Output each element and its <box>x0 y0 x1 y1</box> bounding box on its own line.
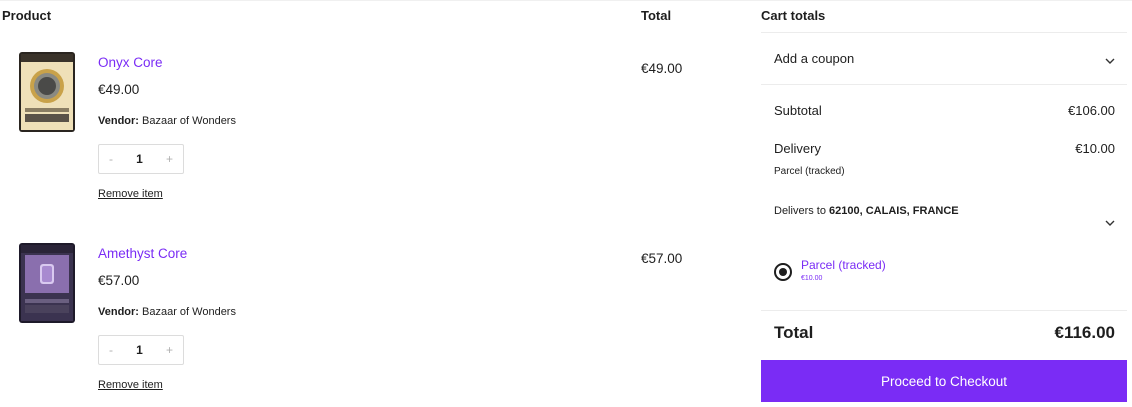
subtotal-row: Subtotal €106.00 <box>774 103 1115 118</box>
total-label: Total <box>774 323 814 342</box>
product-vendor: Vendor: Bazaar of Wonders <box>98 115 236 127</box>
delivery-label: Delivery <box>774 141 821 156</box>
delivers-to-address: 62100, CALAIS, FRANCE <box>829 205 959 217</box>
total-value: €116.00 <box>1054 323 1115 342</box>
remove-item-link[interactable]: Remove item <box>98 379 163 391</box>
chevron-down-icon <box>1105 215 1115 230</box>
remove-item-link[interactable]: Remove item <box>98 188 163 200</box>
header-product: Product <box>2 8 52 23</box>
proceed-to-checkout-button[interactable]: Proceed to Checkout <box>761 360 1127 402</box>
subtotal-label: Subtotal <box>774 103 822 118</box>
coupon-toggle[interactable]: Add a coupon <box>774 51 1115 66</box>
shipping-option-label[interactable]: Parcel (tracked) <box>801 258 886 272</box>
product-name-link[interactable]: Amethyst Core <box>98 246 187 261</box>
decrease-quantity-button[interactable]: - <box>109 343 113 357</box>
delivers-to-prefix: Delivers to <box>774 205 826 217</box>
shipping-option-radio[interactable] <box>774 263 792 281</box>
increase-quantity-button[interactable]: + <box>166 343 173 357</box>
divider <box>761 310 1127 311</box>
quantity-stepper: - 1 + <box>98 335 184 365</box>
line-total: €57.00 <box>641 251 683 266</box>
vendor-name: Bazaar of Wonders <box>142 115 236 127</box>
divider <box>761 84 1127 85</box>
cart-totals-title: Cart totals <box>761 8 826 23</box>
shipping-option-price: €10.00 <box>801 275 823 282</box>
vendor-label: Vendor: <box>98 115 139 127</box>
product-thumbnail-amethyst-core[interactable] <box>19 243 75 323</box>
quantity-value[interactable]: 1 <box>136 343 143 357</box>
decrease-quantity-button[interactable]: - <box>109 152 113 166</box>
delivery-row: Delivery €10.00 <box>774 141 1115 156</box>
quantity-value[interactable]: 1 <box>136 152 143 166</box>
increase-quantity-button[interactable]: + <box>166 152 173 166</box>
coupon-label: Add a coupon <box>774 51 855 66</box>
subtotal-value: €106.00 <box>1068 103 1115 118</box>
product-price: €49.00 <box>98 82 140 97</box>
divider <box>761 32 1127 33</box>
delivery-method: Parcel (tracked) <box>774 166 845 177</box>
product-name-link[interactable]: Onyx Core <box>98 55 163 70</box>
chevron-down-icon <box>1105 53 1115 68</box>
delivery-value: €10.00 <box>1075 141 1115 156</box>
cart-totals-panel: Cart totals Add a coupon Subtotal €106.0… <box>761 0 1127 407</box>
delivers-to-toggle[interactable]: Delivers to 62100, CALAIS, FRANCE <box>774 205 1115 226</box>
quantity-stepper: - 1 + <box>98 144 184 174</box>
product-thumbnail-onyx-core[interactable] <box>19 52 75 132</box>
product-vendor: Vendor: Bazaar of Wonders <box>98 306 236 318</box>
header-total: Total <box>641 8 672 23</box>
total-row: Total €116.00 <box>774 323 1115 343</box>
line-total: €49.00 <box>641 61 683 76</box>
vendor-name: Bazaar of Wonders <box>142 306 236 318</box>
vendor-label: Vendor: <box>98 306 139 318</box>
product-price: €57.00 <box>98 273 140 288</box>
